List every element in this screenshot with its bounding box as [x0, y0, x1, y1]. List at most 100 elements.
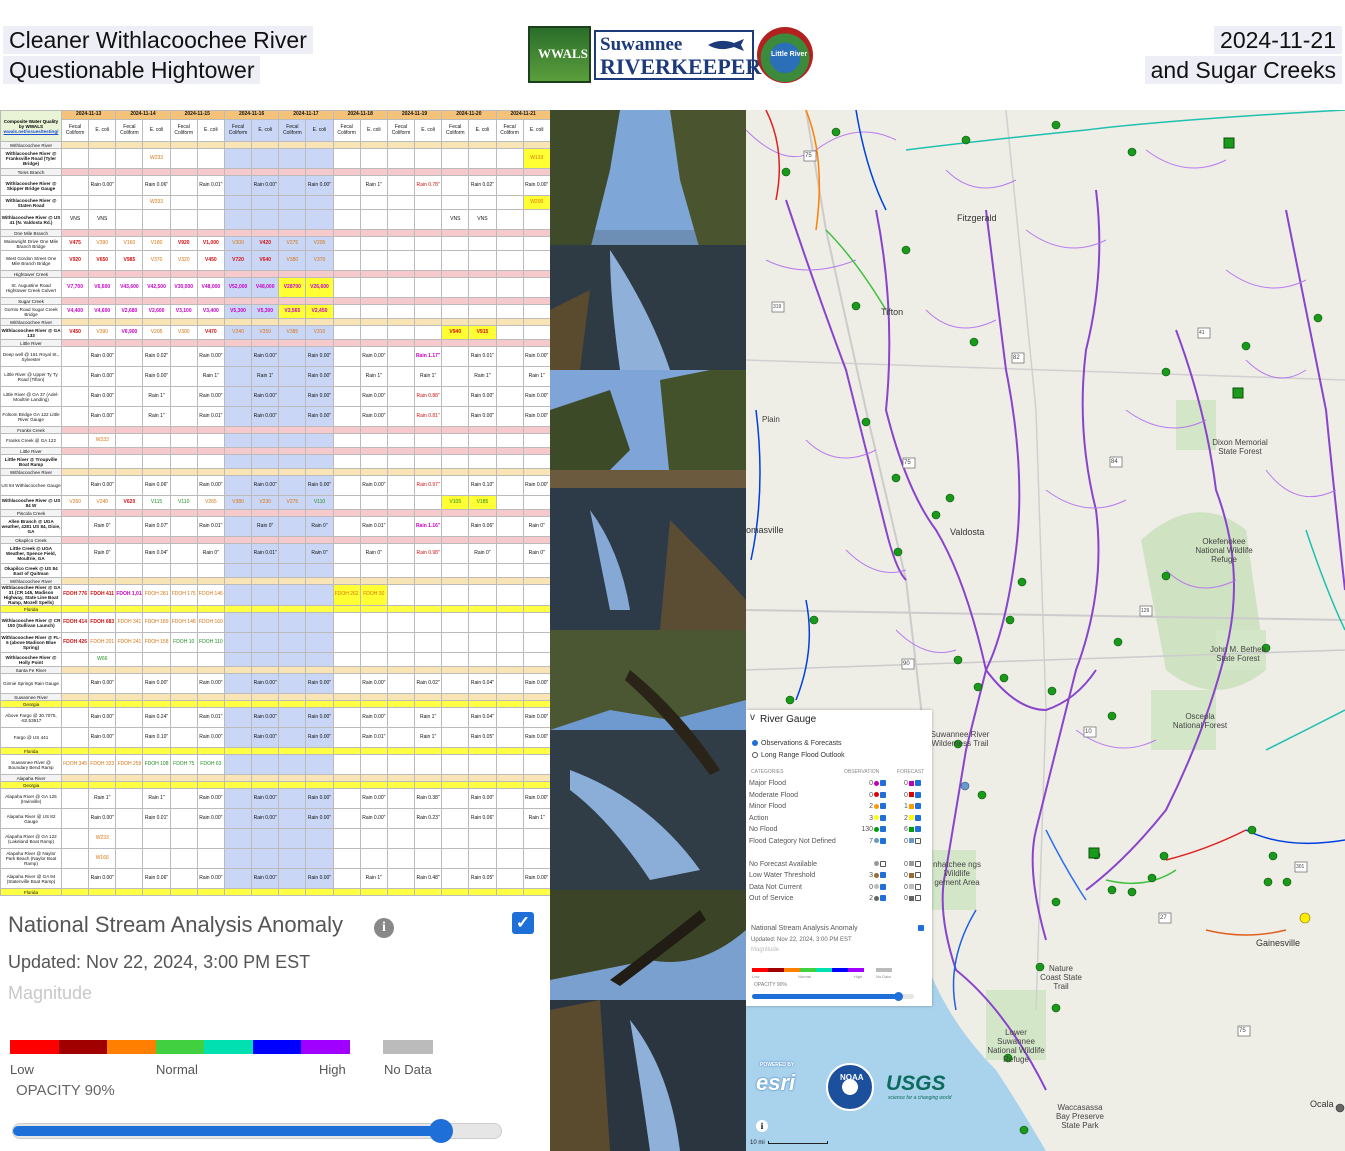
section-cell — [278, 605, 307, 613]
data-cell — [468, 632, 497, 653]
forecast-checkbox[interactable] — [914, 860, 921, 867]
forecast-checkbox[interactable] — [914, 814, 921, 821]
forecast-checkbox[interactable] — [914, 826, 921, 833]
fecal-header: Fecal Coliform — [115, 119, 144, 142]
section-cell — [332, 509, 361, 517]
table-corner-link[interactable]: wwals.net/issues/testing/ — [2, 129, 61, 134]
section-cell — [278, 509, 307, 517]
forecast-count-value: 2 — [904, 814, 908, 822]
section-cell — [223, 509, 253, 517]
radio-unselected-icon[interactable] — [752, 752, 758, 759]
data-cell: Rain 0.00" — [305, 475, 334, 496]
gauge-category-label: Out of Service — [749, 895, 794, 902]
rg-nsa-checkbox[interactable] — [918, 925, 924, 931]
section-cell — [468, 426, 497, 434]
opacity-slider[interactable] — [12, 1119, 502, 1143]
forecast-checkbox[interactable] — [914, 895, 921, 902]
photo-river-4 — [550, 890, 746, 1151]
data-cell — [196, 652, 225, 667]
data-cell: Rain 0" — [251, 516, 280, 537]
section-cell — [142, 168, 171, 176]
forecast-checkbox[interactable] — [914, 780, 921, 787]
data-cell — [115, 366, 144, 387]
forecast-checkbox[interactable] — [914, 883, 921, 890]
observation-checkbox[interactable] — [880, 780, 886, 787]
section-cell — [251, 577, 280, 585]
section-cell — [223, 297, 253, 305]
noaa-logo: NOAA — [826, 1063, 874, 1111]
option-long-range[interactable]: Long Range Flood Outlook — [752, 752, 845, 759]
observation-checkbox[interactable] — [880, 895, 886, 902]
data-cell — [332, 209, 361, 230]
data-cell — [386, 175, 416, 196]
data-cell — [60, 707, 90, 728]
observation-checkbox[interactable] — [880, 872, 886, 879]
rg-opacity-label: OPACITY 90% — [754, 982, 787, 988]
rg-slider-fill — [752, 994, 898, 999]
section-cell — [441, 605, 470, 613]
data-cell: Rain 0.00" — [305, 366, 334, 387]
data-cell: Rain 0.00" — [196, 788, 225, 809]
data-cell: Rain 0.02" — [142, 346, 171, 367]
nsa-layer-checkbox[interactable]: ✓ — [512, 912, 534, 934]
ecoli-header: E. coli — [522, 119, 550, 142]
section-cell — [142, 339, 171, 347]
observation-checkbox[interactable] — [880, 837, 886, 844]
river-gauge-map[interactable]: Fitzgerald Tifton Valdosta omasville Dix… — [746, 110, 1345, 1151]
row-location: Withlacoochee River — [0, 318, 62, 326]
section-cell — [60, 605, 90, 613]
data-cell: Rain 1" — [522, 366, 550, 387]
observation-checkbox[interactable] — [880, 814, 886, 821]
data-cell — [278, 632, 307, 653]
observation-checkbox[interactable] — [880, 791, 886, 798]
section-cell — [115, 270, 144, 278]
section-cell — [305, 297, 334, 305]
row-location: Gornto Road Sugar Creek Bridge — [0, 304, 62, 319]
data-cell — [60, 543, 90, 564]
data-cell: V6,600 — [88, 277, 117, 298]
observation-checkbox[interactable] — [880, 883, 886, 890]
data-cell — [468, 563, 497, 578]
forecast-checkbox[interactable] — [914, 803, 921, 810]
section-cell — [414, 468, 443, 476]
data-cell — [332, 788, 361, 809]
nsa-title: National Stream Analysis Anomaly — [8, 912, 344, 937]
observation-checkbox[interactable] — [880, 826, 886, 833]
forecast-checkbox[interactable] — [914, 837, 921, 844]
rg-opacity-slider[interactable] — [752, 992, 914, 1001]
row-location: Florida — [0, 888, 62, 896]
section-cell — [223, 888, 253, 896]
row-location: Deep well @ 161 Royal St., Sylvester — [0, 346, 62, 367]
table-row: Withlacoochee River @ US 84 W V260 V240 V62… — [0, 495, 550, 510]
data-cell — [522, 828, 550, 849]
data-cell: Rain 0.01" — [196, 406, 225, 427]
table-row: Withlacoochee River @ Franksville Road (… — [0, 148, 550, 169]
info-icon[interactable]: i — [374, 918, 394, 938]
data-cell — [223, 475, 253, 496]
opacity-slider-handle[interactable] — [428, 1119, 453, 1143]
forecast-checkbox[interactable] — [914, 791, 921, 798]
section-cell — [305, 536, 334, 544]
map-info-icon[interactable]: i — [756, 1120, 768, 1132]
collapse-chevron-icon[interactable]: v — [750, 712, 755, 723]
observation-checkbox[interactable] — [880, 803, 886, 810]
radio-selected-icon[interactable] — [752, 740, 758, 747]
observation-checkbox[interactable] — [880, 860, 886, 867]
section-cell — [60, 509, 90, 517]
section-cell — [386, 339, 416, 347]
section-cell — [196, 229, 225, 237]
forecast-checkbox[interactable] — [914, 872, 921, 879]
forecast-count-value: 0 — [904, 791, 908, 799]
data-cell — [495, 148, 524, 169]
date-header: 2024-11-15 — [169, 110, 225, 120]
data-cell — [414, 454, 443, 469]
option-observations[interactable]: Observations & Forecasts — [752, 740, 842, 747]
rg-nsa-magnitude: Magnitude — [751, 947, 780, 953]
section-cell — [495, 747, 524, 755]
date-header: 2024-11-18 — [332, 110, 388, 120]
data-cell: V230 — [251, 495, 280, 510]
gauge-forecast-count: 0 — [904, 838, 930, 845]
rg-slider-handle[interactable] — [894, 992, 903, 1001]
gauge-forecast-count: 0 — [904, 780, 930, 787]
table-row: US 84 Withlacoochee Gauge Rain 0.00" Rain … — [0, 475, 550, 496]
